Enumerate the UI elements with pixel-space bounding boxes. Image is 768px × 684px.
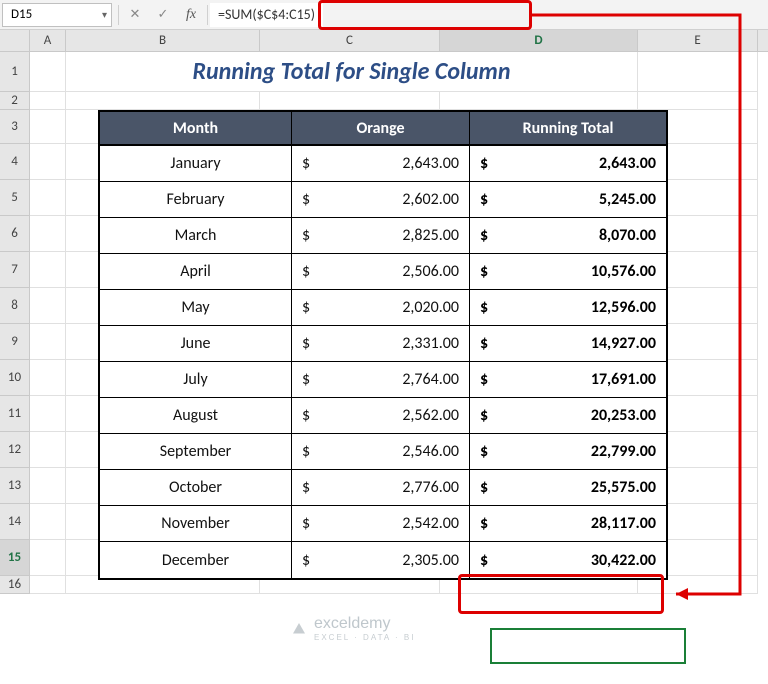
cell-orange[interactable]: $2,764.00 xyxy=(292,362,470,398)
table-row: February$2,602.00$5,245.00 xyxy=(100,182,666,218)
cell-orange[interactable]: $2,020.00 xyxy=(292,290,470,326)
cell-orange[interactable]: $2,331.00 xyxy=(292,326,470,362)
row-header-9[interactable]: 9 xyxy=(0,324,30,360)
separator xyxy=(207,5,208,25)
cell-month[interactable]: February xyxy=(100,182,292,218)
select-all-corner[interactable] xyxy=(0,30,30,51)
row-header-1[interactable]: 1 xyxy=(0,52,30,92)
table-row: June$2,331.00$14,927.00 xyxy=(100,326,666,362)
check-icon: ✓ xyxy=(158,7,169,22)
confirm-button[interactable]: ✓ xyxy=(149,3,177,27)
cell-running-total[interactable]: $12,596.00 xyxy=(470,290,666,326)
cell-orange[interactable]: $2,305.00 xyxy=(292,542,470,578)
watermark-tagline: EXCEL · DATA · BI xyxy=(314,633,415,642)
cell-orange[interactable]: $2,776.00 xyxy=(292,470,470,506)
cell-month[interactable]: January xyxy=(100,146,292,182)
row-header-10[interactable]: 10 xyxy=(0,360,30,396)
table-row: November$2,542.00$28,117.00 xyxy=(100,506,666,542)
cell-orange[interactable]: $2,825.00 xyxy=(292,218,470,254)
separator xyxy=(118,5,119,25)
col-header-B[interactable]: B xyxy=(66,30,260,51)
row-headers: 1 2 3 4 5 6 7 8 9 10 11 12 13 14 15 16 xyxy=(0,52,30,594)
cell-running-total[interactable]: $2,643.00 xyxy=(470,146,666,182)
col-header-A[interactable]: A xyxy=(30,30,66,51)
cancel-icon: ✕ xyxy=(130,7,141,22)
cell-running-total[interactable]: $20,253.00 xyxy=(470,398,666,434)
row-header-13[interactable]: 13 xyxy=(0,468,30,504)
cell-orange[interactable]: $2,542.00 xyxy=(292,506,470,542)
row-header-8[interactable]: 8 xyxy=(0,288,30,324)
cell-month[interactable]: March xyxy=(100,218,292,254)
cell-month[interactable]: May xyxy=(100,290,292,326)
cell-month[interactable]: April xyxy=(100,254,292,290)
formula-input[interactable]: =SUM($C$4:C15) xyxy=(210,3,323,27)
cell-month[interactable]: August xyxy=(100,398,292,434)
cell-running-total[interactable]: $28,117.00 xyxy=(470,506,666,542)
name-box-dropdown-icon[interactable]: ▾ xyxy=(102,8,107,21)
cell-running-total[interactable]: $5,245.00 xyxy=(470,182,666,218)
row-header-7[interactable]: 7 xyxy=(0,252,30,288)
table-row: April$2,506.00$10,576.00 xyxy=(100,254,666,290)
cell-orange[interactable]: $2,546.00 xyxy=(292,434,470,470)
table-row: December$2,305.00$30,422.00 xyxy=(100,542,666,578)
row-header-5[interactable]: 5 xyxy=(0,180,30,216)
table-row: January$2,643.00$2,643.00 xyxy=(100,146,666,182)
fx-icon: fx xyxy=(186,7,196,23)
row-header-14[interactable]: 14 xyxy=(0,504,30,540)
table-row: October$2,776.00$25,575.00 xyxy=(100,470,666,506)
page-title: Running Total for Single Column xyxy=(66,52,638,92)
watermark-icon xyxy=(290,620,308,638)
selected-cell-outline xyxy=(490,628,686,664)
row-header-6[interactable]: 6 xyxy=(0,216,30,252)
name-box[interactable]: D15 ▾ xyxy=(2,3,112,27)
row-header-16[interactable]: 16 xyxy=(0,576,30,594)
name-box-value: D15 xyxy=(11,7,32,22)
insert-function-button[interactable]: fx xyxy=(177,3,205,27)
row-header-3[interactable]: 3 xyxy=(0,110,30,144)
row-header-2[interactable]: 2 xyxy=(0,92,30,110)
formula-bar: D15 ▾ ✕ ✓ fx =SUM($C$4:C15) xyxy=(0,0,768,30)
cell-running-total[interactable]: $17,691.00 xyxy=(470,362,666,398)
col-header-C[interactable]: C xyxy=(260,30,440,51)
header-month: Month xyxy=(100,112,292,146)
table-row: May$2,020.00$12,596.00 xyxy=(100,290,666,326)
cell-month[interactable]: December xyxy=(100,542,292,578)
cell-running-total[interactable]: $10,576.00 xyxy=(470,254,666,290)
cell-orange[interactable]: $2,602.00 xyxy=(292,182,470,218)
header-running-total: Running Total xyxy=(470,112,666,146)
cell-running-total[interactable]: $14,927.00 xyxy=(470,326,666,362)
cell-month[interactable]: July xyxy=(100,362,292,398)
cancel-button[interactable]: ✕ xyxy=(121,3,149,27)
header-orange: Orange xyxy=(292,112,470,146)
cell-month[interactable]: October xyxy=(100,470,292,506)
formula-text: =SUM($C$4:C15) xyxy=(218,6,315,23)
watermark-brand: exceldemy xyxy=(314,615,390,632)
table-row: March$2,825.00$8,070.00 xyxy=(100,218,666,254)
row-header-11[interactable]: 11 xyxy=(0,396,30,432)
table-row: July$2,764.00$17,691.00 xyxy=(100,362,666,398)
row-header-15[interactable]: 15 xyxy=(0,540,30,576)
cell-orange[interactable]: $2,562.00 xyxy=(292,398,470,434)
row-header-12[interactable]: 12 xyxy=(0,432,30,468)
cell-orange[interactable]: $2,506.00 xyxy=(292,254,470,290)
watermark: exceldemy EXCEL · DATA · BI xyxy=(290,615,415,642)
col-header-D[interactable]: D xyxy=(440,30,638,51)
cell-running-total[interactable]: $30,422.00 xyxy=(470,542,666,578)
col-header-E[interactable]: E xyxy=(638,30,758,51)
cell-month[interactable]: November xyxy=(100,506,292,542)
data-table: Month Orange Running Total January$2,643… xyxy=(98,110,668,580)
cell-running-total[interactable]: $8,070.00 xyxy=(470,218,666,254)
table-row: September$2,546.00$22,799.00 xyxy=(100,434,666,470)
cell-running-total[interactable]: $22,799.00 xyxy=(470,434,666,470)
table-row: August$2,562.00$20,253.00 xyxy=(100,398,666,434)
row-header-4[interactable]: 4 xyxy=(0,144,30,180)
cell-orange[interactable]: $2,643.00 xyxy=(292,146,470,182)
column-headers: A B C D E xyxy=(0,30,768,52)
cell-month[interactable]: June xyxy=(100,326,292,362)
worksheet[interactable]: Running Total for Single Column Month Or… xyxy=(30,52,768,594)
cell-running-total[interactable]: $25,575.00 xyxy=(470,470,666,506)
cell-month[interactable]: September xyxy=(100,434,292,470)
